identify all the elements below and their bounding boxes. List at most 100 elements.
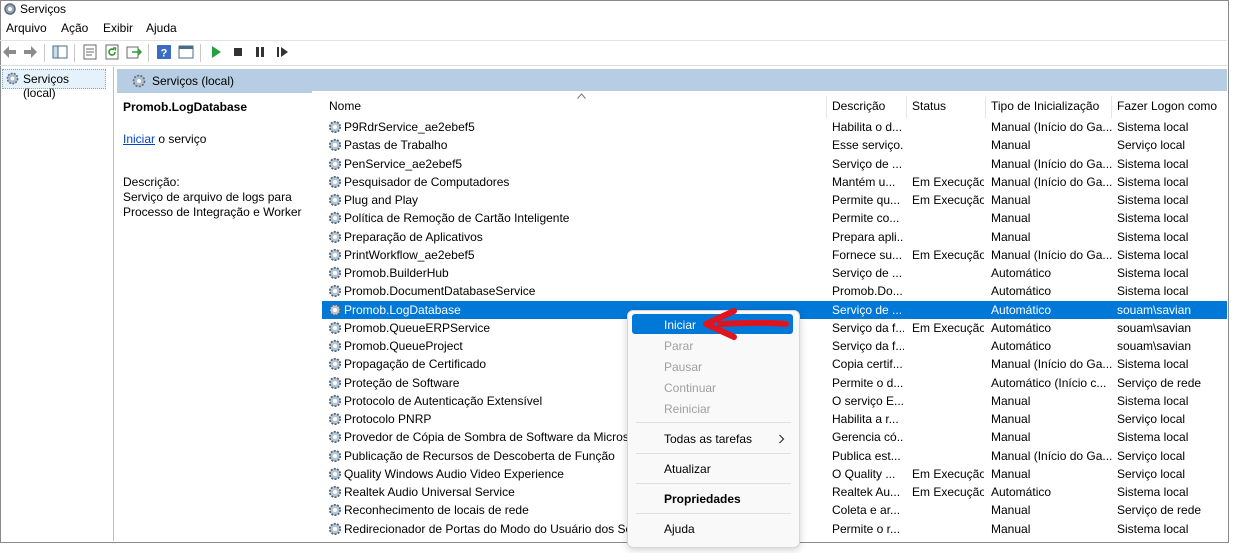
cell-descricao: Promob.Do...	[832, 284, 903, 299]
cell-tipo: Manual (Início do Ga...	[991, 247, 1113, 262]
context-menu-pausar[interactable]: Pausar	[664, 360, 702, 374]
export-icon[interactable]	[126, 44, 142, 60]
context-menu-parar[interactable]: Parar	[664, 339, 693, 353]
cell-tipo: Automático	[991, 284, 1052, 299]
service-row[interactable]: Política de Remoção de Cartão Inteligent…	[322, 209, 1227, 227]
gear-icon	[328, 485, 342, 499]
toolbar-separator	[148, 44, 149, 62]
service-row[interactable]: PenService_ae2ebef5 Serviço de ... Manual …	[322, 155, 1227, 173]
cell-nome: Pastas de Trabalho	[344, 138, 448, 153]
context-menu-iniciar[interactable]: Iniciar	[664, 318, 696, 332]
cell-descricao: Realtek Au...	[832, 485, 901, 499]
service-row[interactable]: Preparação de Aplicativos Prepara apli...…	[322, 228, 1227, 246]
cell-nome: Quality Windows Audio Video Experience	[344, 466, 564, 481]
context-menu-reiniciar[interactable]: Reiniciar	[664, 402, 711, 416]
column-header-descricao[interactable]: Descrição	[832, 99, 885, 113]
cell-logon: souam\savian	[1117, 339, 1192, 353]
console-tree-icon[interactable]	[52, 44, 68, 60]
cell-nome: PrintWorkflow_ae2ebef5	[344, 247, 475, 262]
restart-icon[interactable]	[274, 44, 290, 60]
context-menu-separator	[636, 483, 791, 484]
cell-descricao: Fornece su...	[832, 247, 903, 262]
menu-ajuda[interactable]: Ajuda	[146, 21, 177, 35]
cell-logon: Sistema local	[1117, 521, 1189, 536]
gear-icon	[328, 139, 342, 152]
properties-icon[interactable]	[82, 44, 98, 60]
start-service-link[interactable]: Iniciar	[123, 132, 155, 146]
service-row[interactable]: Pastas de Trabalho Esse serviço... Manual S…	[322, 136, 1227, 154]
service-row[interactable]: Promob.DocumentDatabaseService Promob.Do.…	[322, 282, 1227, 300]
gear-icon	[328, 321, 342, 334]
column-header-nome[interactable]: Nome	[329, 99, 361, 113]
selected-service-name: Promob.LogDatabase	[123, 100, 248, 114]
cell-logon: Sistema local	[1117, 193, 1189, 207]
cell-logon: Sistema local	[1117, 284, 1189, 299]
column-header-fazer-logon[interactable]: Fazer Logon como	[1117, 99, 1217, 113]
pause-icon[interactable]	[252, 44, 268, 60]
cell-nome: Realtek Audio Universal Service	[344, 485, 515, 499]
column-divider[interactable]	[985, 96, 986, 118]
cell-tipo: Automático	[991, 266, 1052, 280]
stop-icon[interactable]	[230, 44, 246, 60]
cell-logon: Sistema local	[1117, 485, 1189, 499]
sort-ascending-icon	[577, 93, 586, 99]
service-row[interactable]: PrintWorkflow_ae2ebef5 Fornece su... Em Ex…	[322, 246, 1227, 264]
context-menu-propriedades[interactable]: Propriedades	[664, 492, 741, 506]
context-menu-ajuda[interactable]: Ajuda	[664, 522, 695, 536]
service-action: Iniciar o serviço	[123, 132, 206, 146]
gear-icon	[328, 157, 342, 170]
service-row[interactable]: Promob.BuilderHub Serviço de ... Automátic…	[322, 264, 1227, 282]
cell-tipo: Automático	[991, 485, 1052, 499]
description-text: Serviço de arquivo de logs para Processo…	[123, 190, 302, 219]
start-icon[interactable]	[208, 44, 224, 60]
help-icon[interactable]: ?	[156, 44, 172, 60]
column-divider[interactable]	[906, 96, 907, 118]
cell-nome: Plug and Play	[344, 193, 419, 207]
header-tab: Serviços (local)	[117, 69, 312, 95]
cell-status: Em Execução	[912, 320, 984, 335]
cell-tipo: Automático	[991, 320, 1052, 335]
menu-acao[interactable]: Ação	[61, 21, 88, 35]
menu-arquivo[interactable]: Arquivo	[6, 21, 47, 35]
gear-icon	[328, 248, 342, 261]
column-divider[interactable]	[826, 96, 827, 118]
refresh-icon[interactable]	[104, 44, 120, 60]
cell-tipo: Manual	[991, 138, 1031, 153]
cell-logon: Sistema local	[1117, 120, 1189, 134]
back-arrow-icon[interactable]	[2, 44, 18, 60]
cell-tipo: Automático (Início c...	[991, 375, 1107, 390]
cell-tipo: Manual (Início do Ga...	[991, 357, 1113, 372]
tree-item-services-local[interactable]: Serviços (local)	[2, 69, 106, 100]
toolbar-separator	[200, 44, 201, 62]
gear-icon	[328, 285, 342, 298]
service-row[interactable]: P9RdrService_ae2ebef5 Habilita o d... Manu…	[322, 118, 1227, 136]
cell-nome: P9RdrService_ae2ebef5	[344, 120, 475, 134]
console-icon[interactable]	[178, 44, 194, 60]
service-row[interactable]: Plug and Play Permite qu... Em Execução Man…	[322, 191, 1227, 209]
service-row[interactable]: Pesquisador de Computadores Mantém u... Em…	[322, 173, 1227, 191]
menu-exibir[interactable]: Exibir	[103, 21, 133, 35]
cell-descricao: Serviço de ...	[832, 156, 903, 171]
cell-descricao: Serviço da f...	[832, 339, 904, 353]
cell-logon: Serviço de rede	[1117, 503, 1202, 518]
cell-logon: Sistema local	[1117, 247, 1189, 262]
gear-icon	[132, 74, 146, 88]
context-menu-continuar[interactable]: Continuar	[664, 381, 716, 395]
column-divider[interactable]	[1111, 96, 1112, 118]
column-header-status[interactable]: Status	[912, 99, 946, 113]
context-menu-atualizar[interactable]: Atualizar	[664, 462, 711, 476]
cell-tipo: Manual	[991, 412, 1031, 426]
gear-icon	[328, 175, 342, 188]
context-menu-todas-tarefas[interactable]: Todas as tarefas	[664, 432, 752, 446]
column-header-tipo-inicializacao[interactable]: Tipo de Inicialização	[991, 99, 1099, 113]
cell-logon: Serviço local	[1117, 448, 1186, 463]
forward-arrow-icon[interactable]	[22, 44, 38, 60]
gear-icon	[6, 72, 19, 85]
gear-icon	[328, 449, 342, 462]
gear-icon	[328, 394, 342, 407]
cell-nome: PenService_ae2ebef5	[344, 156, 463, 171]
context-menu-separator	[636, 453, 791, 454]
cell-status: Em Execução	[912, 174, 984, 189]
cell-tipo: Manual (Início do Ga...	[991, 174, 1113, 189]
cell-nome: Protocolo de Autenticação Extensível	[344, 393, 543, 408]
